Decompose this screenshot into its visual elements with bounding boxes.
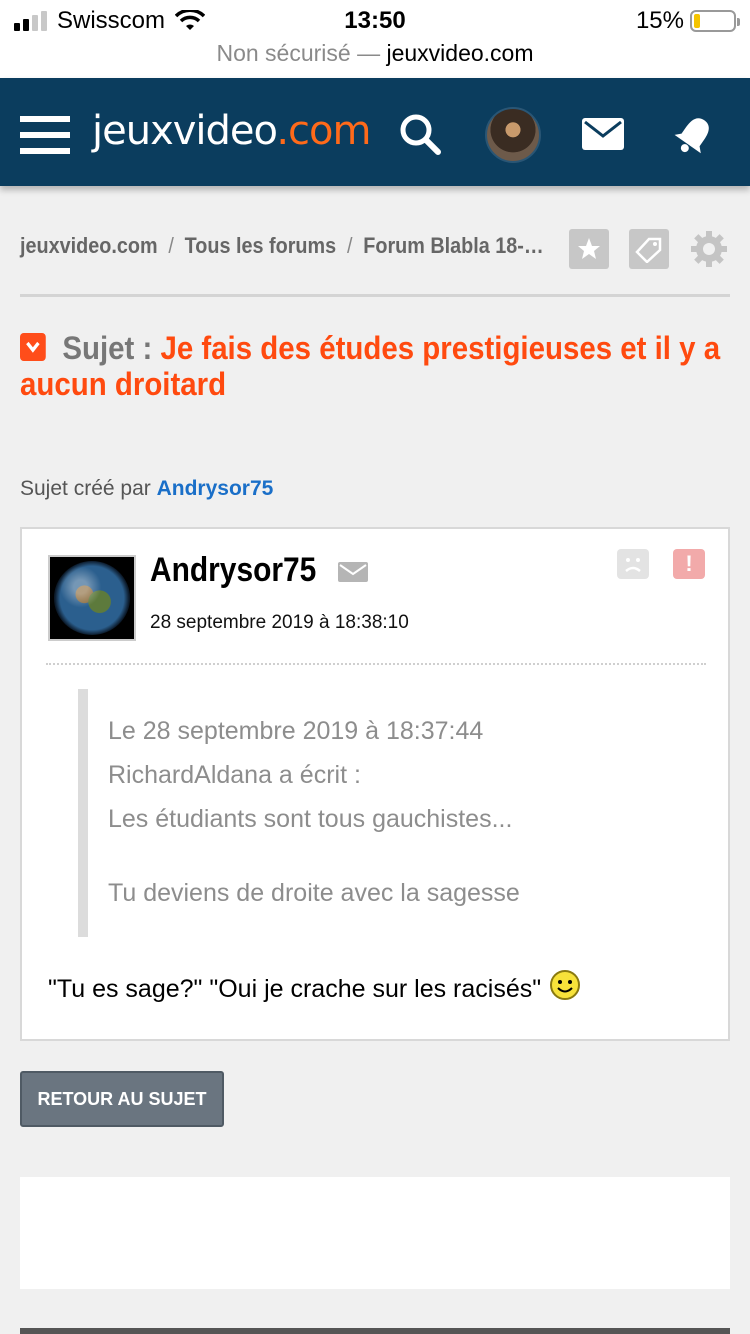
mail-icon[interactable] [582, 118, 624, 150]
battery-icon [690, 10, 740, 32]
breadcrumb-all-forums[interactable]: Tous les forums [185, 233, 336, 259]
battery-percent: 15% [635, 7, 684, 34]
breadcrumb-separator: / [168, 233, 174, 258]
favorite-button[interactable] [569, 229, 609, 269]
back-to-topic-button[interactable]: RETOUR AU SUJET [20, 1071, 224, 1127]
search-icon[interactable] [398, 112, 442, 156]
quote-header: Le 28 septembre 2019 à 18:37:44 [108, 717, 484, 745]
ad-placeholder [20, 1177, 730, 1289]
smiley-icon [550, 970, 581, 1000]
status-right: 15% [635, 7, 740, 35]
url-bar[interactable]: Non sécurisé — jeuxvideo.com [0, 40, 750, 67]
post-separator [46, 663, 706, 665]
topic-actions [569, 229, 729, 269]
footer-bar [20, 1328, 730, 1334]
breadcrumb-forum[interactable]: Forum Blabla 18-… [363, 233, 543, 259]
signal-strength-icon [14, 11, 47, 31]
chevron-down-icon [26, 341, 40, 353]
report-button[interactable]: ! [673, 549, 705, 579]
breadcrumb: jeuxvideo.com / Tous les forums / Forum … [20, 233, 544, 259]
logo-suffix: .com [276, 108, 371, 154]
sad-face-icon [625, 558, 641, 572]
envelope-icon[interactable] [338, 562, 368, 582]
hide-post-button[interactable] [617, 549, 649, 579]
status-left: Swisscom [14, 7, 206, 35]
post-message-text: "Tu es sage?" "Oui je crache sur les rac… [48, 974, 542, 1003]
post-author-name[interactable]: Andrysor75 [150, 551, 316, 590]
site-logo[interactable]: jeuxvideo.com [92, 108, 371, 154]
url-domain: jeuxvideo.com [386, 40, 534, 66]
topic-label: Sujet : [62, 330, 153, 366]
settings-button[interactable] [689, 229, 729, 269]
breadcrumb-separator: / [346, 233, 353, 258]
post-date[interactable]: 28 septembre 2019 à 18:38:10 [150, 612, 409, 634]
topic-heading: Sujet : Je fais des études prestigieuses… [20, 330, 730, 402]
battery-fill [694, 14, 700, 28]
status-bar: Swisscom 13:50 15% Non sécurisé — jeuxvi… [0, 0, 750, 78]
menu-icon[interactable] [20, 116, 70, 154]
created-by-prefix: Sujet créé par [20, 477, 151, 500]
security-label: Non sécurisé — [216, 40, 381, 66]
follow-button[interactable] [629, 229, 669, 269]
breadcrumb-home[interactable]: jeuxvideo.com [20, 233, 158, 259]
star-icon [578, 238, 600, 259]
collapse-toggle[interactable] [20, 332, 46, 361]
wifi-icon [175, 10, 206, 30]
logo-main: jeuxvideo [92, 108, 277, 154]
topic-creator: Sujet créé par Andrysor75 [20, 477, 273, 501]
quoted-message: Le 28 septembre 2019 à 18:37:44 RichardA… [78, 689, 698, 937]
exclamation-icon: ! [685, 551, 693, 576]
forum-post: Andrysor75 28 septembre 2019 à 18:38:10 … [20, 527, 730, 1041]
divider [20, 294, 730, 297]
earth-avatar-image [54, 561, 130, 635]
quote-line: Les étudiants sont tous gauchistes... [108, 805, 513, 833]
gear-icon [691, 231, 727, 267]
post-author-avatar[interactable] [48, 555, 136, 641]
tag-icon [635, 237, 662, 263]
bell-icon[interactable] [674, 113, 714, 157]
creator-link[interactable]: Andrysor75 [157, 477, 274, 500]
site-header: jeuxvideo.com [0, 78, 750, 186]
post-message: "Tu es sage?" "Oui je crache sur les rac… [48, 970, 581, 1005]
user-avatar[interactable] [485, 107, 541, 163]
carrier-name: Swisscom [57, 7, 166, 34]
quote-author: RichardAldana a écrit : [108, 761, 361, 789]
quote-line: Tu deviens de droite avec la sagesse [108, 879, 520, 907]
